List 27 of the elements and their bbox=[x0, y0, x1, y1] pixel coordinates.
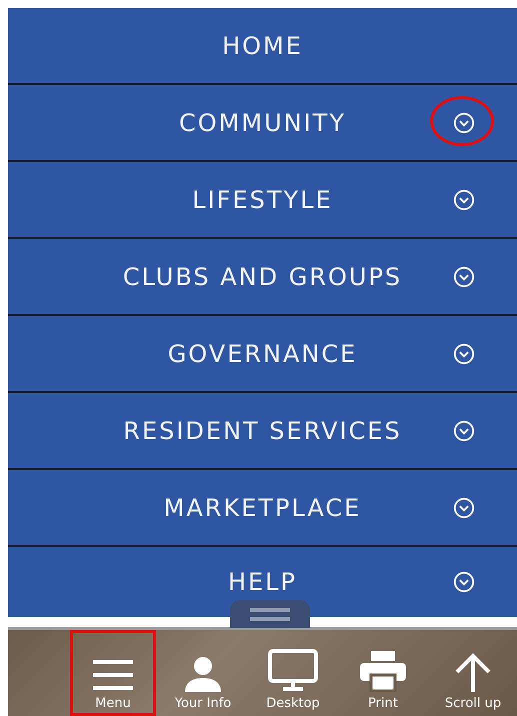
arrow-up-icon bbox=[453, 652, 493, 692]
chevron-down-icon[interactable] bbox=[453, 188, 475, 210]
menu-item[interactable]: GOVERNANCE bbox=[8, 316, 517, 393]
toolbar-button[interactable]: Scroll up bbox=[430, 630, 516, 716]
menu-item[interactable]: MARKETPLACE bbox=[8, 470, 517, 547]
menu-item[interactable]: HOME bbox=[8, 8, 517, 85]
toolbar-button[interactable]: Print bbox=[340, 630, 426, 716]
chevron-down-icon[interactable] bbox=[453, 342, 475, 364]
chevron-down-icon[interactable] bbox=[453, 266, 475, 288]
monitor-icon bbox=[267, 648, 319, 692]
menu-item[interactable]: RESIDENT SERVICES bbox=[8, 393, 517, 470]
chevron-down-icon[interactable] bbox=[453, 571, 475, 593]
menu-item[interactable]: HELP bbox=[8, 547, 517, 617]
printer-icon bbox=[359, 650, 407, 692]
toolbar-button[interactable]: Desktop bbox=[250, 630, 336, 716]
chevron-down-icon[interactable] bbox=[453, 496, 475, 518]
annotation-circle bbox=[430, 96, 494, 146]
chevron-down-icon[interactable] bbox=[453, 420, 475, 442]
menu-item[interactable]: CLUBS AND GROUPS bbox=[8, 239, 517, 316]
menu-icon bbox=[91, 658, 135, 692]
drawer-handle[interactable] bbox=[230, 600, 310, 628]
menu-item[interactable]: LIFESTYLE bbox=[8, 162, 517, 239]
chevron-down-icon[interactable] bbox=[453, 112, 475, 134]
menu-item[interactable]: COMMUNITY bbox=[8, 85, 517, 162]
person-icon bbox=[183, 656, 223, 692]
toolbar-button[interactable]: Menu bbox=[70, 630, 156, 716]
toolbar-button[interactable]: Your Info bbox=[160, 630, 246, 716]
